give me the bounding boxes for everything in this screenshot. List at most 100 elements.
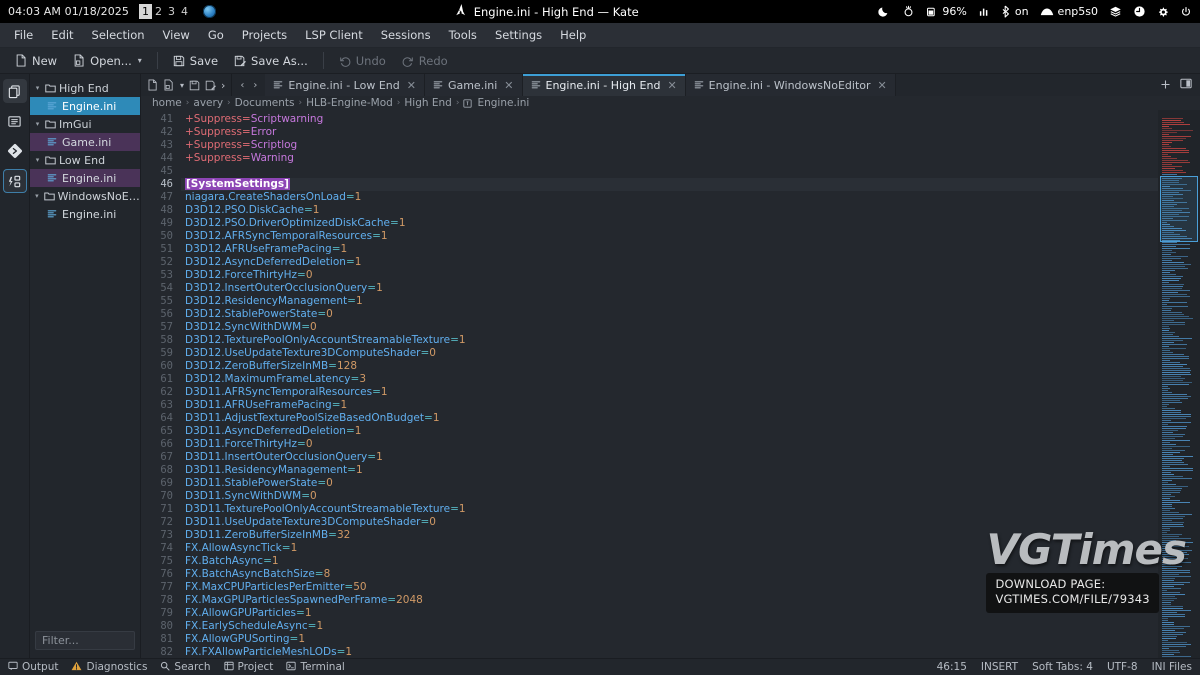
- tree-folder-low-end[interactable]: ▾ Low End: [30, 151, 140, 169]
- code-line[interactable]: D3D11.ZeroBufferSizeInMB=32: [181, 529, 1158, 542]
- tree-file-engine.ini[interactable]: Engine.ini: [30, 205, 140, 223]
- chevron-down-icon[interactable]: ▾: [138, 56, 142, 65]
- breadcrumb-item-engine-ini[interactable]: Engine.ini: [477, 97, 529, 109]
- breadcrumb-item-documents[interactable]: Documents: [235, 97, 295, 109]
- code-line[interactable]: FX.EarlyScheduleAsync=1: [181, 620, 1158, 633]
- code-line[interactable]: D3D11.AFRUseFramePacing=1: [181, 399, 1158, 412]
- menu-edit[interactable]: Edit: [43, 25, 81, 45]
- menu-file[interactable]: File: [6, 25, 41, 45]
- menu-projects[interactable]: Projects: [234, 25, 295, 45]
- git-branch-icon[interactable]: [3, 139, 27, 163]
- code-line[interactable]: FX.AllowGPUSorting=1: [181, 633, 1158, 646]
- power-icon[interactable]: [1180, 6, 1192, 18]
- status-soft-tabs-4[interactable]: Soft Tabs: 4: [1032, 661, 1093, 673]
- code-line[interactable]: D3D12.ZeroBufferSizeInMB=128: [181, 360, 1158, 373]
- close-icon[interactable]: ✕: [878, 79, 887, 92]
- code-line[interactable]: D3D12.StablePowerState=0: [181, 308, 1158, 321]
- code-line[interactable]: D3D12.AFRSyncTemporalResources=1: [181, 230, 1158, 243]
- code-line[interactable]: FX.AllowAsyncTick=1: [181, 542, 1158, 555]
- code-line[interactable]: FX.FXAllowParticleMeshLODs=1: [181, 646, 1158, 658]
- menu-go[interactable]: Go: [200, 25, 232, 45]
- filter-input[interactable]: Filter...: [35, 631, 135, 650]
- open-button[interactable]: Open... ▾: [66, 51, 149, 71]
- code-line[interactable]: D3D12.UseUpdateTexture3DComputeShader=0: [181, 347, 1158, 360]
- virtual-desktop-switcher[interactable]: 1234: [139, 4, 191, 19]
- code-line[interactable]: D3D12.AFRUseFramePacing=1: [181, 243, 1158, 256]
- new-button[interactable]: New: [8, 51, 64, 71]
- status-terminal-button[interactable]: Terminal: [286, 661, 345, 674]
- code-line[interactable]: D3D12.PSO.DiskCache=1: [181, 204, 1158, 217]
- code-line[interactable]: D3D11.SyncWithDWM=0: [181, 490, 1158, 503]
- add-split-icon[interactable]: [1161, 79, 1170, 92]
- tab-game-ini[interactable]: Game.ini ✕: [424, 74, 523, 96]
- menu-selection[interactable]: Selection: [84, 25, 153, 45]
- code-line[interactable]: FX.BatchAsync=1: [181, 555, 1158, 568]
- moon-icon[interactable]: [878, 5, 891, 18]
- tab-engine-ini-windowsnoeditor[interactable]: Engine.ini - WindowsNoEditor ✕: [685, 74, 896, 96]
- desktop-1[interactable]: 1: [139, 4, 153, 19]
- tree-folder-imgui[interactable]: ▾ ImGui: [30, 115, 140, 133]
- chevron-down-small-icon[interactable]: ▾: [180, 81, 184, 90]
- list-icon[interactable]: [3, 109, 27, 133]
- code-editor[interactable]: 41 42 43 44 45 46 47 48 49 50 51 52 53 54 55 56 57 58 59 60…: [141, 110, 1158, 658]
- code-line[interactable]: D3D11.AsyncDeferredDeletion=1: [181, 425, 1158, 438]
- tabtools-overflow-icon[interactable]: ›: [221, 79, 225, 92]
- tab-engine-ini-low-end[interactable]: Engine.ini - Low End ✕: [265, 74, 425, 96]
- desktop-3[interactable]: 3: [165, 4, 178, 19]
- minimap[interactable]: [1158, 110, 1200, 658]
- tree-folder-windowsnoeditor[interactable]: ▾ WindowsNoEditor: [30, 187, 140, 205]
- globe-icon[interactable]: [203, 5, 217, 18]
- code-line[interactable]: D3D11.ResidencyManagement=1: [181, 464, 1158, 477]
- close-icon[interactable]: ✕: [407, 79, 416, 92]
- code-line[interactable]: D3D11.ForceThirtyHz=0: [181, 438, 1158, 451]
- network-icon[interactable]: enp5s0: [1040, 5, 1098, 18]
- split-view-icon[interactable]: [1180, 78, 1192, 92]
- code-line[interactable]: FX.AllowGPUParticles=1: [181, 607, 1158, 620]
- code-line[interactable]: D3D12.PSO.DriverOptimizedDiskCache=1: [181, 217, 1158, 230]
- tab-engine-ini-high-end[interactable]: Engine.ini - High End ✕: [522, 74, 686, 96]
- open-tabs[interactable]: Engine.ini - Low End ✕ Game.ini ✕ Engine.ini…: [265, 74, 1153, 96]
- code-lines[interactable]: +Suppress=Scriptwarning +Suppress=Error +S…: [181, 110, 1158, 658]
- code-line[interactable]: +Suppress=Scriptwarning: [181, 113, 1158, 126]
- menu-sessions[interactable]: Sessions: [373, 25, 439, 45]
- documents-icon[interactable]: [2, 79, 27, 103]
- battery-icon[interactable]: 96%: [926, 5, 967, 18]
- tree-file-engine.ini[interactable]: Engine.ini: [30, 169, 140, 187]
- new-file-small-icon[interactable]: [147, 79, 158, 91]
- chevron-down-icon[interactable]: ▾: [33, 120, 42, 128]
- save-small-icon[interactable]: [189, 80, 200, 91]
- status-insert[interactable]: INSERT: [981, 661, 1018, 673]
- breadcrumb-item-hlb-engine-mod[interactable]: HLB-Engine-Mod: [306, 97, 393, 109]
- layers-icon[interactable]: [1109, 5, 1122, 18]
- code-line[interactable]: +Suppress=Scriptlog: [181, 139, 1158, 152]
- code-line[interactable]: D3D12.SyncWithDWM=0: [181, 321, 1158, 334]
- undo-button[interactable]: Undo: [332, 51, 393, 71]
- menu-tools[interactable]: Tools: [441, 25, 485, 45]
- code-line[interactable]: D3D11.InsertOuterOcclusionQuery=1: [181, 451, 1158, 464]
- code-line[interactable]: D3D12.ResidencyManagement=1: [181, 295, 1158, 308]
- save-as-button[interactable]: Save As...: [227, 51, 315, 71]
- code-line[interactable]: [SystemSettings]: [181, 178, 1158, 191]
- code-line[interactable]: D3D11.AFRSyncTemporalResources=1: [181, 386, 1158, 399]
- chevron-down-icon[interactable]: ▾: [33, 192, 41, 200]
- open-file-small-icon[interactable]: [163, 79, 174, 91]
- code-line[interactable]: FX.MaxGPUParticlesSpawnedPerFrame=2048: [181, 594, 1158, 607]
- status-46-15[interactable]: 46:15: [937, 661, 967, 673]
- close-icon[interactable]: ✕: [504, 79, 513, 92]
- close-icon[interactable]: ✕: [667, 79, 676, 92]
- chevron-down-icon[interactable]: ▾: [33, 156, 42, 164]
- structure-icon[interactable]: [2, 169, 27, 193]
- code-line[interactable]: FX.BatchAsyncBatchSize=8: [181, 568, 1158, 581]
- clock-icon[interactable]: [1133, 5, 1146, 18]
- chevron-down-icon[interactable]: ▾: [33, 84, 42, 92]
- code-line[interactable]: D3D11.TexturePoolOnlyAccountStreamableTe…: [181, 503, 1158, 516]
- code-line[interactable]: D3D12.ForceThirtyHz=0: [181, 269, 1158, 282]
- save-as-small-icon[interactable]: [205, 80, 216, 91]
- file-tree[interactable]: ▾ High End Engine.ini ▾ ImGui Game.ini ▾ Low En…: [30, 74, 140, 631]
- breadcrumb-item-high-end[interactable]: High End: [404, 97, 451, 109]
- tree-folder-high-end[interactable]: ▾ High End: [30, 79, 140, 97]
- code-line[interactable]: FX.MaxCPUParticlesPerEmitter=50: [181, 581, 1158, 594]
- menu-lsp-client[interactable]: LSP Client: [297, 25, 371, 45]
- code-line[interactable]: D3D12.TexturePoolOnlyAccountStreamableTe…: [181, 334, 1158, 347]
- status-search-button[interactable]: Search: [160, 661, 211, 674]
